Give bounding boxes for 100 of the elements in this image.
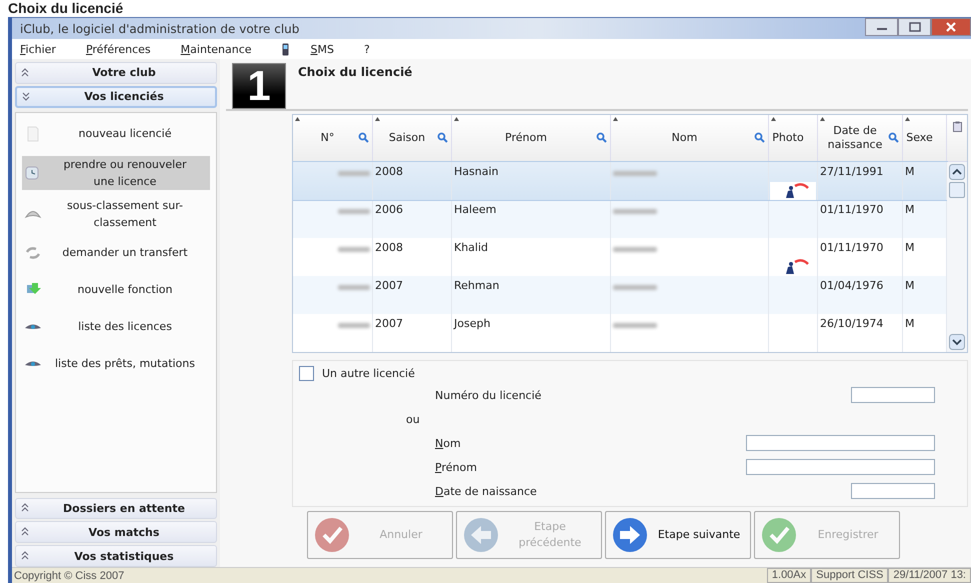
table-row[interactable]: 2006 Haleem 01/11/1970 M	[293, 200, 947, 238]
table-cell: Haleem	[454, 203, 496, 216]
section-header[interactable]: Votre club	[15, 62, 217, 84]
sidebar-item-label: liste des prêts, mutations	[54, 356, 196, 372]
field-label: Numéro du licencié	[435, 388, 542, 402]
close-icon	[945, 22, 957, 32]
input-field[interactable]	[746, 435, 935, 451]
field-label: Date de naissance	[435, 484, 538, 498]
menu-item[interactable]: Préférences	[86, 42, 151, 56]
status-cell: 29/11/2007 13:	[888, 568, 971, 583]
sidebar-item[interactable]: nouveau licencié	[22, 118, 210, 149]
table-cell: M	[905, 165, 914, 178]
separator-text: ou	[406, 412, 420, 426]
sort-icon[interactable]	[820, 117, 825, 121]
redacted-text	[613, 171, 657, 176]
table-cell: 01/04/1976	[820, 279, 884, 292]
table-cell: 2008	[375, 241, 403, 254]
sidebar-item[interactable]: demander un transfert	[22, 238, 210, 268]
search-icon[interactable]	[358, 132, 369, 143]
table-row[interactable]: 2007 Rehman 01/04/1976 M	[293, 276, 947, 314]
table-cell: M	[905, 203, 914, 216]
sort-icon[interactable]	[454, 117, 459, 121]
input-field[interactable]	[746, 459, 935, 475]
sidebar-item-label: nouveau licencié	[78, 126, 172, 142]
sidebar-item[interactable]: prendre ou renouveler une licence	[22, 156, 210, 190]
clipboard-icon[interactable]	[952, 121, 962, 132]
sidebar-item[interactable]: liste des prêts, mutations	[22, 348, 210, 379]
chevron-icon	[20, 503, 30, 514]
table-cell: M	[905, 241, 914, 254]
table-cell: 2008	[375, 165, 403, 178]
chevron-icon	[20, 68, 30, 78]
table-cell: Rehman	[454, 279, 500, 292]
redacted-text	[613, 209, 657, 214]
input-field[interactable]	[851, 387, 935, 403]
redacted-text	[613, 247, 657, 252]
field-label: Prénom	[435, 460, 478, 474]
phone-icon[interactable]	[282, 42, 289, 56]
table-cell: 26/10/1974	[820, 317, 884, 330]
sort-icon[interactable]	[295, 117, 300, 121]
menu-item[interactable]: SMS	[310, 42, 334, 56]
table-cell: 01/11/1970	[820, 203, 884, 216]
section-header[interactable]: Vos statistiques	[15, 545, 217, 567]
search-icon[interactable]	[888, 132, 899, 143]
table-cell: Khalid	[454, 241, 488, 254]
maximize-icon	[908, 22, 920, 32]
checkbox[interactable]	[299, 366, 314, 380]
sidebar-item-label: nouvelle fonction	[76, 282, 174, 298]
scroll-thumb[interactable]	[949, 182, 965, 198]
maximize-button[interactable]	[898, 18, 931, 36]
table-row[interactable]: 2007 Joseph 26/10/1974 M	[293, 314, 947, 352]
menu-item[interactable]: ?	[364, 42, 370, 56]
page-caption: Choix du licencié	[7, 0, 124, 17]
field-label: Nom	[435, 436, 462, 450]
scroll-up-icon[interactable]	[949, 164, 965, 180]
step-number: 1	[232, 63, 286, 109]
action-button[interactable]: Etape suivante	[605, 511, 751, 559]
status-text: Copyright © Ciss 2007	[13, 570, 124, 582]
menu-item[interactable]: Fichier	[20, 42, 56, 56]
table-cell: 2007	[375, 317, 403, 330]
window-title: iClub, le logiciel d'administration de votre club	[19, 22, 300, 36]
close-button[interactable]	[931, 18, 971, 36]
search-icon[interactable]	[437, 132, 448, 143]
section-header[interactable]: Vos matchs	[15, 521, 217, 544]
table-cell: M	[905, 279, 914, 292]
redacted-text	[613, 323, 657, 328]
status-cell: 1.00Ax	[766, 568, 812, 583]
table-cell: 27/11/1991	[820, 165, 884, 178]
chevron-icon	[20, 551, 30, 562]
status-cell: Support CISS	[811, 568, 888, 583]
section-header[interactable]: Vos licenciés	[15, 86, 217, 108]
check-icon	[314, 517, 350, 553]
search-icon[interactable]	[754, 132, 765, 143]
table-cell: M	[905, 317, 914, 330]
scrollbar[interactable]	[947, 162, 967, 352]
section-header[interactable]: Dossiers en attente	[15, 498, 217, 520]
sidebar-item[interactable]: sous-classement sur-classement	[22, 196, 210, 231]
table-cell: Joseph	[454, 317, 490, 330]
search-icon[interactable]	[596, 132, 607, 143]
sidebar-item[interactable]: liste des licences	[22, 312, 210, 342]
table-cell: Hasnain	[454, 165, 498, 178]
sort-icon[interactable]	[905, 117, 910, 121]
sort-icon[interactable]	[771, 117, 776, 121]
table-cell: 01/11/1970	[820, 241, 884, 254]
table-row[interactable]: 2008 Hasnain 27/11/1991 M	[293, 162, 947, 200]
sort-icon[interactable]	[613, 117, 618, 121]
checkbox-label: Un autre licencié	[322, 366, 415, 380]
sidebar-item[interactable]: nouvelle fonction	[22, 274, 210, 305]
step-title: Choix du licencié	[297, 64, 412, 81]
sidebar-item-label: sous-classement sur-classement	[66, 198, 184, 231]
input-field[interactable]	[851, 483, 935, 499]
minimize-button[interactable]	[865, 18, 898, 36]
check-icon	[761, 517, 797, 553]
transfer-icon	[24, 244, 42, 261]
sort-icon[interactable]	[375, 117, 380, 121]
table-cell: 2007	[375, 279, 403, 292]
scroll-down-icon[interactable]	[949, 334, 965, 350]
sidebar-item-label: liste des licences	[77, 319, 173, 336]
menu-item[interactable]: Maintenance	[180, 42, 252, 56]
sidebar-item-label: prendre ou renouveler une licence	[62, 156, 188, 190]
chevron-icon	[21, 92, 31, 102]
